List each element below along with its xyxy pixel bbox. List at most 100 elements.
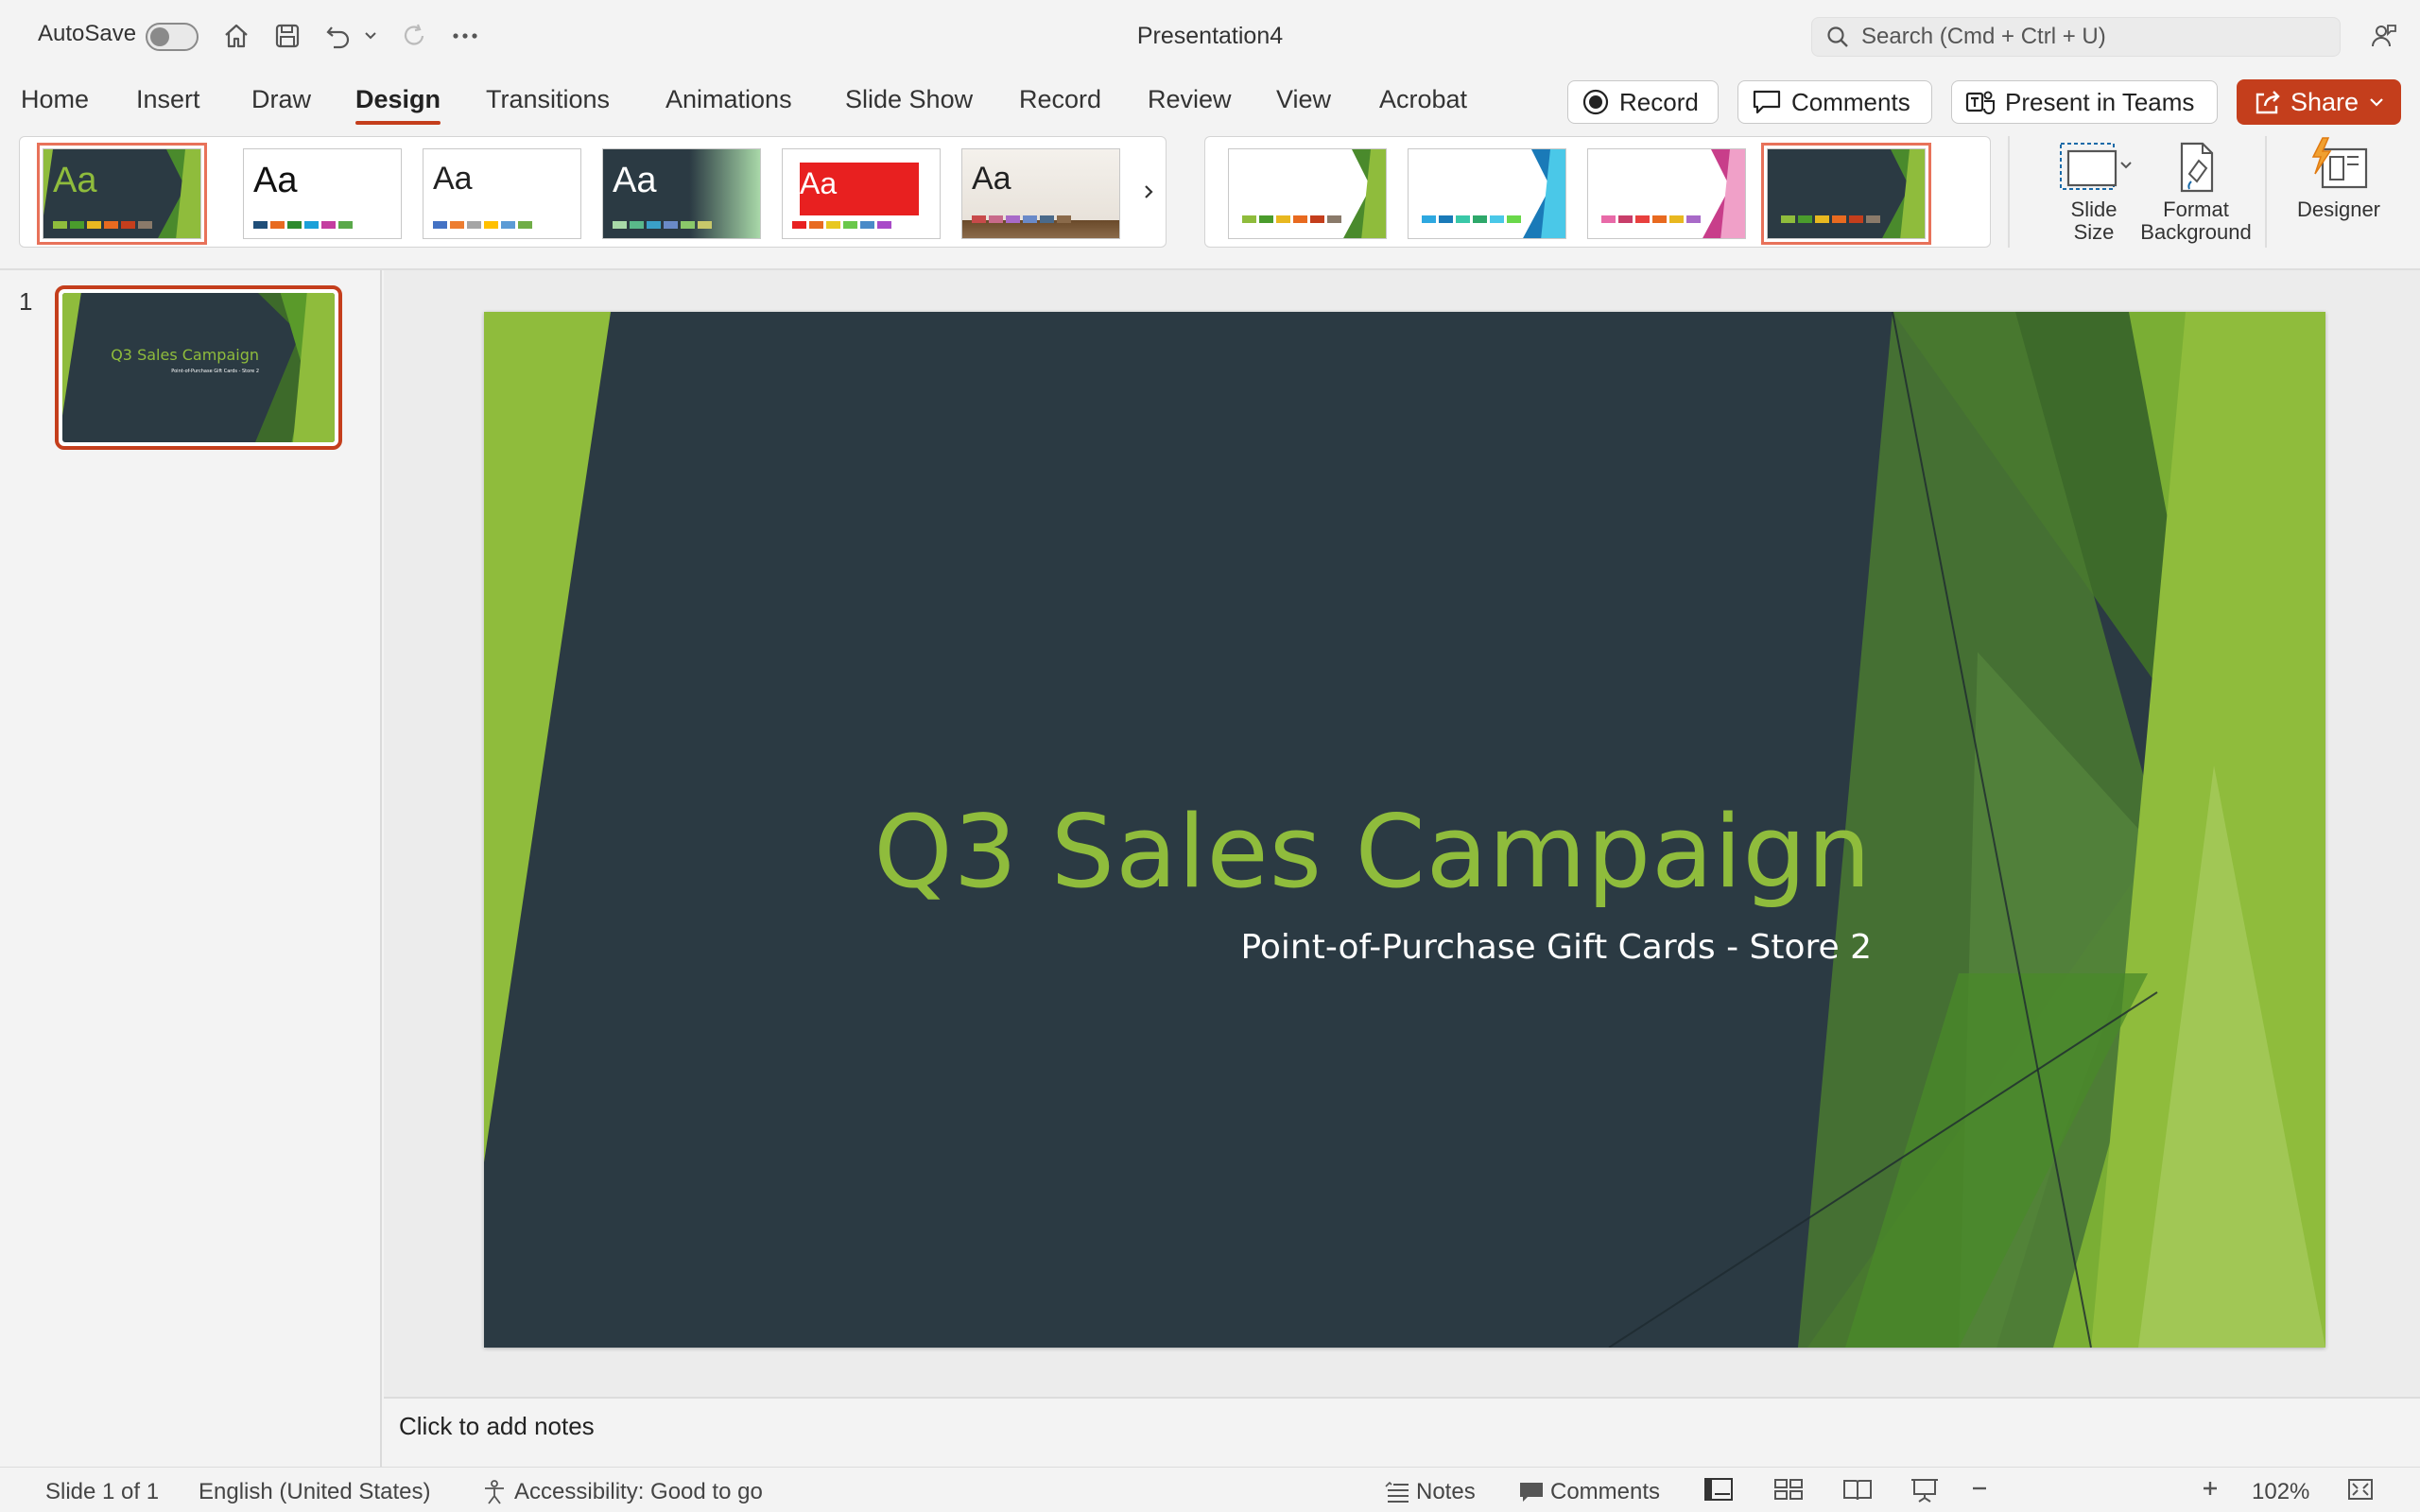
redo-icon[interactable] <box>397 19 431 53</box>
title-bar: AutoSave Presentation4 Search (Cmd + Ctr… <box>0 0 2420 74</box>
theme-facet-dark[interactable]: Aa <box>37 143 207 245</box>
undo-dropdown-chevron-icon[interactable] <box>361 26 380 45</box>
theme-aa-sample: Aa <box>613 161 657 200</box>
thumbnail-subtitle: Point-of-Purchase Gift Cards - Store 2 <box>171 369 259 374</box>
notes-placeholder[interactable]: Click to add notes <box>399 1412 595 1441</box>
tab-slide-show[interactable]: Slide Show <box>845 85 973 114</box>
language-status[interactable]: English (United States) <box>199 1479 430 1505</box>
theme-color-swatches <box>613 221 712 229</box>
home-icon[interactable] <box>219 19 253 53</box>
normal-view-icon[interactable] <box>1703 1477 1739 1502</box>
zoom-out-icon[interactable] <box>1970 1477 1995 1500</box>
slide-sorter-icon[interactable] <box>1773 1477 1809 1502</box>
theme-green-dark[interactable]: Aa <box>602 148 761 239</box>
share-button[interactable]: Share <box>2237 79 2401 125</box>
theme-wood[interactable]: Aa <box>961 148 1120 239</box>
theme-color-swatches <box>53 221 152 229</box>
theme-color-swatches <box>433 221 532 229</box>
comment-icon <box>1753 90 1781 114</box>
tab-acrobat[interactable]: Acrobat <box>1379 85 1467 114</box>
designer-icon <box>2311 137 2368 189</box>
variant-facet-decoration <box>1523 149 1565 238</box>
record-label: Record <box>1619 87 1699 116</box>
slide-number: 1 <box>19 287 33 316</box>
slide-size-label: Slide Size <box>2070 198 2118 244</box>
format-background-icon <box>2180 142 2214 193</box>
variant-pink-light[interactable] <box>1587 148 1746 239</box>
theme-color-swatches <box>792 221 891 229</box>
theme-aa-sample: Aa <box>972 161 1011 197</box>
theme-aa-sample: Aa <box>253 161 298 200</box>
tab-review[interactable]: Review <box>1148 85 1232 114</box>
present-in-teams-button[interactable]: Present in Teams <box>1951 80 2218 124</box>
slide-thumbnail[interactable]: Q3 Sales Campaign Point-of-Purchase Gift… <box>55 285 342 450</box>
share-icon <box>2256 91 2280 114</box>
tab-record[interactable]: Record <box>1019 85 1101 114</box>
accessibility-label: Accessibility: Good to go <box>514 1479 763 1504</box>
account-icon[interactable] <box>2367 19 2401 53</box>
comments-toggle-label: Comments <box>1550 1479 1661 1504</box>
slide-count-status: Slide 1 of 1 <box>45 1479 160 1504</box>
more-options-icon[interactable] <box>448 19 482 53</box>
variant-color-swatches <box>1422 215 1521 223</box>
undo-icon[interactable] <box>321 19 355 53</box>
search-box[interactable]: Search (Cmd + Ctrl + U) <box>1811 17 2341 57</box>
tab-design[interactable]: Design <box>355 85 441 114</box>
notes-toggle-button[interactable]: Notes <box>1384 1479 1476 1505</box>
autosave-label: AutoSave <box>38 21 137 46</box>
chevron-down-icon <box>2370 98 2383 107</box>
tab-transitions[interactable]: Transitions <box>486 85 610 114</box>
tab-home[interactable]: Home <box>21 85 89 114</box>
search-placeholder: Search (Cmd + Ctrl + U) <box>1861 24 2106 49</box>
slide-title[interactable]: Q3 Sales Campaign <box>873 794 1872 910</box>
variant-green-light[interactable] <box>1228 148 1387 239</box>
ribbon-divider <box>2008 136 2010 248</box>
slide-subtitle[interactable]: Point-of-Purchase Gift Cards - Store 2 <box>1240 928 1872 967</box>
tab-draw[interactable]: Draw <box>251 85 311 114</box>
theme-color-swatches <box>253 221 353 229</box>
slide-show-icon[interactable] <box>1910 1477 1945 1503</box>
notes-pane[interactable]: Click to add notes <box>384 1397 2420 1465</box>
variant-blue-light[interactable] <box>1408 148 1566 239</box>
status-bar: Slide 1 of 1 English (United States) Acc… <box>0 1467 2420 1512</box>
zoom-in-icon[interactable] <box>2201 1477 2225 1500</box>
accessibility-status[interactable]: Accessibility: Good to go <box>480 1479 763 1505</box>
theme-office[interactable]: Aa <box>243 148 402 239</box>
search-icon <box>1827 26 1848 47</box>
tab-view[interactable]: View <box>1276 85 1331 114</box>
zoom-level[interactable]: 102% <box>2252 1479 2309 1505</box>
design-ribbon: Aa Aa Aa Aa Aa Aa Slide Size Format Back… <box>19 136 2401 248</box>
theme-red-banner[interactable]: Aa <box>782 148 941 239</box>
variant-color-swatches <box>1242 215 1341 223</box>
document-title: Presentation4 <box>1136 23 1284 49</box>
variant-green-dark[interactable] <box>1761 143 1931 245</box>
autosave-toggle[interactable] <box>146 23 199 51</box>
tab-insert[interactable]: Insert <box>136 85 200 114</box>
variant-color-swatches <box>1781 215 1880 223</box>
comments-button[interactable]: Comments <box>1737 80 1932 124</box>
thumbnail-facet-decoration <box>62 293 335 442</box>
slide-thumbnail-canvas: Q3 Sales Campaign Point-of-Purchase Gift… <box>62 293 335 442</box>
format-background-label: Format Background <box>2140 198 2252 244</box>
theme-office-light[interactable]: Aa <box>423 148 581 239</box>
save-icon[interactable] <box>270 19 304 53</box>
slide-size-icon <box>2060 143 2132 190</box>
teams-icon <box>1965 91 1995 114</box>
tab-animations[interactable]: Animations <box>666 85 792 114</box>
record-button[interactable]: Record <box>1567 80 1719 124</box>
variant-facet-decoration <box>1343 149 1386 238</box>
variants-gallery <box>1204 136 1991 248</box>
notes-icon <box>1385 1481 1409 1503</box>
comments-label: Comments <box>1791 87 1910 116</box>
fit-to-window-icon[interactable] <box>2346 1477 2380 1502</box>
theme-aa-sample: Aa <box>800 166 838 200</box>
reading-view-icon[interactable] <box>1841 1477 1879 1502</box>
comment-icon <box>1520 1483 1543 1502</box>
themes-more-chevron-icon[interactable] <box>1135 175 1162 209</box>
record-icon <box>1582 89 1609 115</box>
designer-button[interactable]: Designer <box>2280 136 2397 221</box>
format-background-button[interactable]: Format Background <box>2125 136 2267 244</box>
slide-canvas[interactable]: Q3 Sales Campaign Point-of-Purchase Gift… <box>484 312 2325 1348</box>
themes-gallery: Aa Aa Aa Aa Aa Aa <box>19 136 1167 248</box>
comments-toggle-button[interactable]: Comments <box>1518 1479 1660 1505</box>
